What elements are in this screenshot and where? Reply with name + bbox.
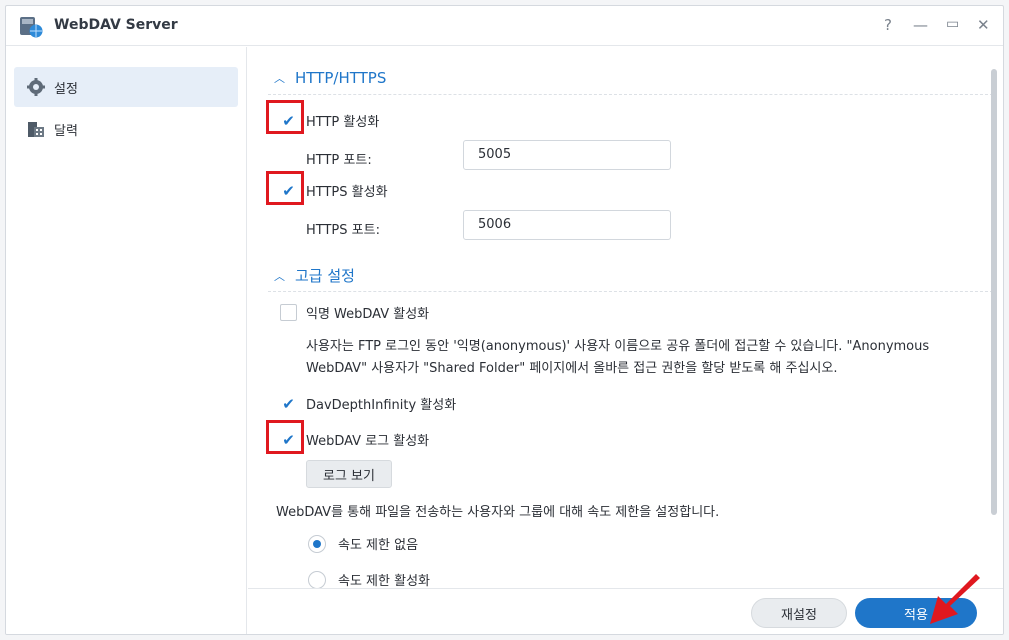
minimize-icon[interactable]: — bbox=[913, 16, 928, 34]
checkbox-box bbox=[280, 304, 297, 321]
check-icon: ✔ bbox=[280, 395, 297, 413]
radio-label: 속도 제한 없음 bbox=[338, 538, 419, 553]
sidebar-item-label: 달력 bbox=[54, 123, 78, 139]
description-line: WebDAV" 사용자가 "Shared Folder" 페이지에서 올바른 접… bbox=[306, 361, 838, 376]
chevron-up-icon: ︿ bbox=[274, 269, 285, 283]
davdepthinfinity-checkbox[interactable]: ✔ DavDepthInfinity 활성화 bbox=[280, 394, 456, 413]
title-bar: WebDAV Server ? — ▭ ✕ bbox=[6, 6, 1003, 46]
webdav-server-window: WebDAV Server ? — ▭ ✕ 설정 달력 ︿ HTTP/HTTPS… bbox=[5, 5, 1004, 635]
section-http-https[interactable]: ︿ HTTP/HTTPS bbox=[274, 69, 386, 87]
gear-icon bbox=[27, 78, 45, 96]
anonymous-description: 사용자는 FTP 로그인 동안 '익명(anonymous)' 사용자 이름으로… bbox=[306, 336, 996, 380]
radio-enable-speed-limit[interactable]: 속도 제한 활성화 bbox=[308, 570, 430, 588]
http-port-label: HTTP 포트: bbox=[306, 153, 372, 168]
help-icon[interactable]: ? bbox=[884, 16, 892, 34]
checkbox-label: WebDAV 로그 활성화 bbox=[306, 434, 430, 449]
divider bbox=[268, 291, 993, 292]
radio-selected-icon bbox=[308, 534, 326, 553]
vertical-scrollbar[interactable] bbox=[991, 69, 997, 515]
section-advanced[interactable]: ︿ 고급 설정 bbox=[274, 265, 355, 286]
section-title: 고급 설정 bbox=[295, 267, 355, 285]
sidebar: 설정 달력 bbox=[6, 47, 247, 634]
highlight-box bbox=[266, 171, 304, 205]
view-log-button[interactable]: 로그 보기 bbox=[306, 460, 392, 488]
sidebar-item-label: 설정 bbox=[54, 81, 78, 97]
highlight-box bbox=[266, 420, 304, 454]
section-title: HTTP/HTTPS bbox=[295, 69, 387, 87]
radio-label: 속도 제한 활성화 bbox=[338, 574, 430, 588]
sidebar-item-settings[interactable]: 설정 bbox=[14, 67, 238, 107]
sidebar-item-calendar[interactable]: 달력 bbox=[14, 109, 238, 149]
checkbox-label: DavDepthInfinity 활성화 bbox=[306, 398, 457, 413]
close-icon[interactable]: ✕ bbox=[977, 16, 990, 34]
checkbox-label: 익명 WebDAV 활성화 bbox=[306, 307, 430, 322]
maximize-icon[interactable]: ▭ bbox=[946, 16, 959, 32]
divider bbox=[268, 94, 993, 95]
radio-no-speed-limit[interactable]: 속도 제한 없음 bbox=[308, 534, 418, 553]
checkbox-label: HTTP 활성화 bbox=[306, 115, 380, 130]
calendar-icon bbox=[28, 122, 44, 137]
speed-limit-description: WebDAV를 통해 파일을 전송하는 사용자와 그룹에 대해 속도 제한을 설… bbox=[276, 505, 720, 520]
settings-content: ︿ HTTP/HTTPS ✔ HTTP 활성화 HTTP 포트: 5005 ✔ … bbox=[248, 47, 1003, 588]
https-port-input[interactable]: 5006 bbox=[463, 210, 671, 240]
window-title: WebDAV Server bbox=[54, 17, 178, 33]
webdav-app-icon bbox=[20, 17, 43, 38]
description-line: 사용자는 FTP 로그인 동안 '익명(anonymous)' 사용자 이름으로… bbox=[306, 339, 930, 354]
footer-bar: 재설정 적용 bbox=[248, 588, 1003, 634]
chevron-up-icon: ︿ bbox=[274, 72, 285, 85]
checkbox-label: HTTPS 활성화 bbox=[306, 185, 388, 200]
highlight-box bbox=[266, 100, 304, 134]
red-arrow-annotation-icon bbox=[930, 574, 980, 624]
reset-button[interactable]: 재설정 bbox=[751, 598, 847, 628]
anonymous-webdav-checkbox[interactable]: 익명 WebDAV 활성화 bbox=[280, 303, 429, 322]
http-port-input[interactable]: 5005 bbox=[463, 140, 671, 170]
radio-unselected-icon bbox=[308, 570, 326, 588]
https-port-label: HTTPS 포트: bbox=[306, 223, 380, 238]
